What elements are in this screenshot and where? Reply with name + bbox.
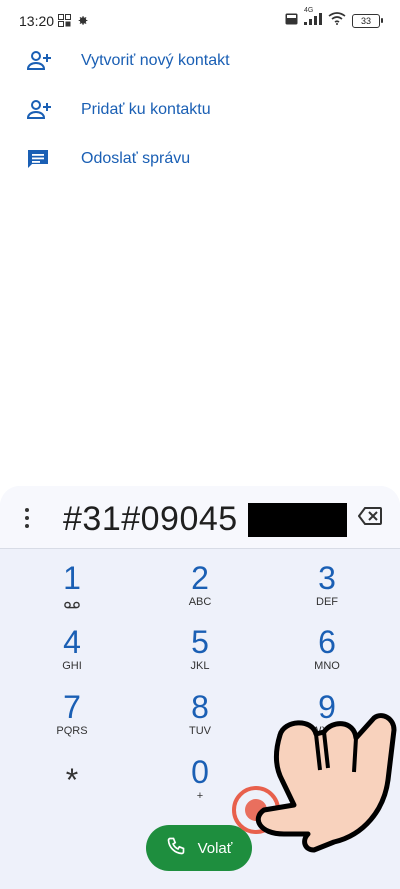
dialed-number[interactable]: #31#09045: [63, 500, 238, 539]
phone-icon: [166, 836, 186, 861]
key-digit: 5: [191, 624, 209, 660]
key-2[interactable]: 2 ABC: [150, 560, 250, 620]
battery-indicator: 33: [352, 14, 383, 28]
key-letters: MNO: [314, 660, 340, 672]
voicemail-icon: [22, 596, 122, 614]
backspace-icon[interactable]: [357, 507, 382, 530]
network-type: 4G: [304, 7, 314, 14]
key-letters: JKL: [190, 660, 210, 672]
add-to-contact-action[interactable]: Pridať ku kontaktu: [0, 85, 400, 134]
gear-icon: [76, 14, 89, 32]
status-right: 4G 33: [285, 7, 383, 30]
person-add-icon: [26, 99, 56, 121]
key-letters: DEF: [316, 596, 338, 608]
wifi-icon: [328, 12, 346, 30]
contact-actions-list: Vytvoriť nový kontakt Pridať ku kontaktu…: [0, 36, 400, 183]
key-digit: 6: [318, 624, 336, 660]
battery-level: 33: [360, 16, 371, 26]
create-contact-label: Vytvoriť nový kontakt: [81, 51, 230, 69]
key-letters: ABC: [188, 596, 212, 608]
key-1[interactable]: 1: [22, 560, 122, 620]
key-digit: 4: [63, 624, 81, 660]
hd-icon: [285, 12, 298, 30]
key-star[interactable]: *: [22, 754, 122, 814]
grid-icon: [58, 14, 71, 32]
key-3[interactable]: 3 DEF: [277, 560, 377, 620]
key-5[interactable]: 5 JKL: [150, 624, 250, 684]
send-message-label: Odoslať správu: [81, 149, 191, 167]
key-letters: PQRS: [56, 725, 88, 737]
key-digit: 3: [318, 560, 336, 596]
key-4[interactable]: 4 GHI: [22, 624, 122, 684]
key-digit: 7: [63, 689, 81, 725]
more-options-icon[interactable]: [22, 508, 32, 528]
send-message-action[interactable]: Odoslať správu: [0, 134, 400, 183]
person-add-icon: [26, 50, 56, 72]
signal-icon: 4G: [304, 7, 322, 30]
number-display-row: #31#09045: [0, 486, 400, 549]
key-digit: 2: [191, 560, 209, 596]
create-contact-action[interactable]: Vytvoriť nový kontakt: [0, 36, 400, 85]
key-digit: *: [65, 762, 79, 798]
add-to-contact-label: Pridať ku kontaktu: [81, 100, 211, 118]
tutorial-hand-pointer: [224, 710, 400, 865]
key-6[interactable]: 6 MNO: [277, 624, 377, 684]
key-letters: GHI: [62, 660, 82, 672]
key-digit: 1: [63, 560, 81, 596]
status-time: 13:20: [19, 13, 55, 29]
key-7[interactable]: 7 PQRS: [22, 689, 122, 749]
message-icon: [26, 148, 56, 170]
redaction-bar: [248, 503, 347, 537]
status-left-icons: [58, 14, 89, 32]
